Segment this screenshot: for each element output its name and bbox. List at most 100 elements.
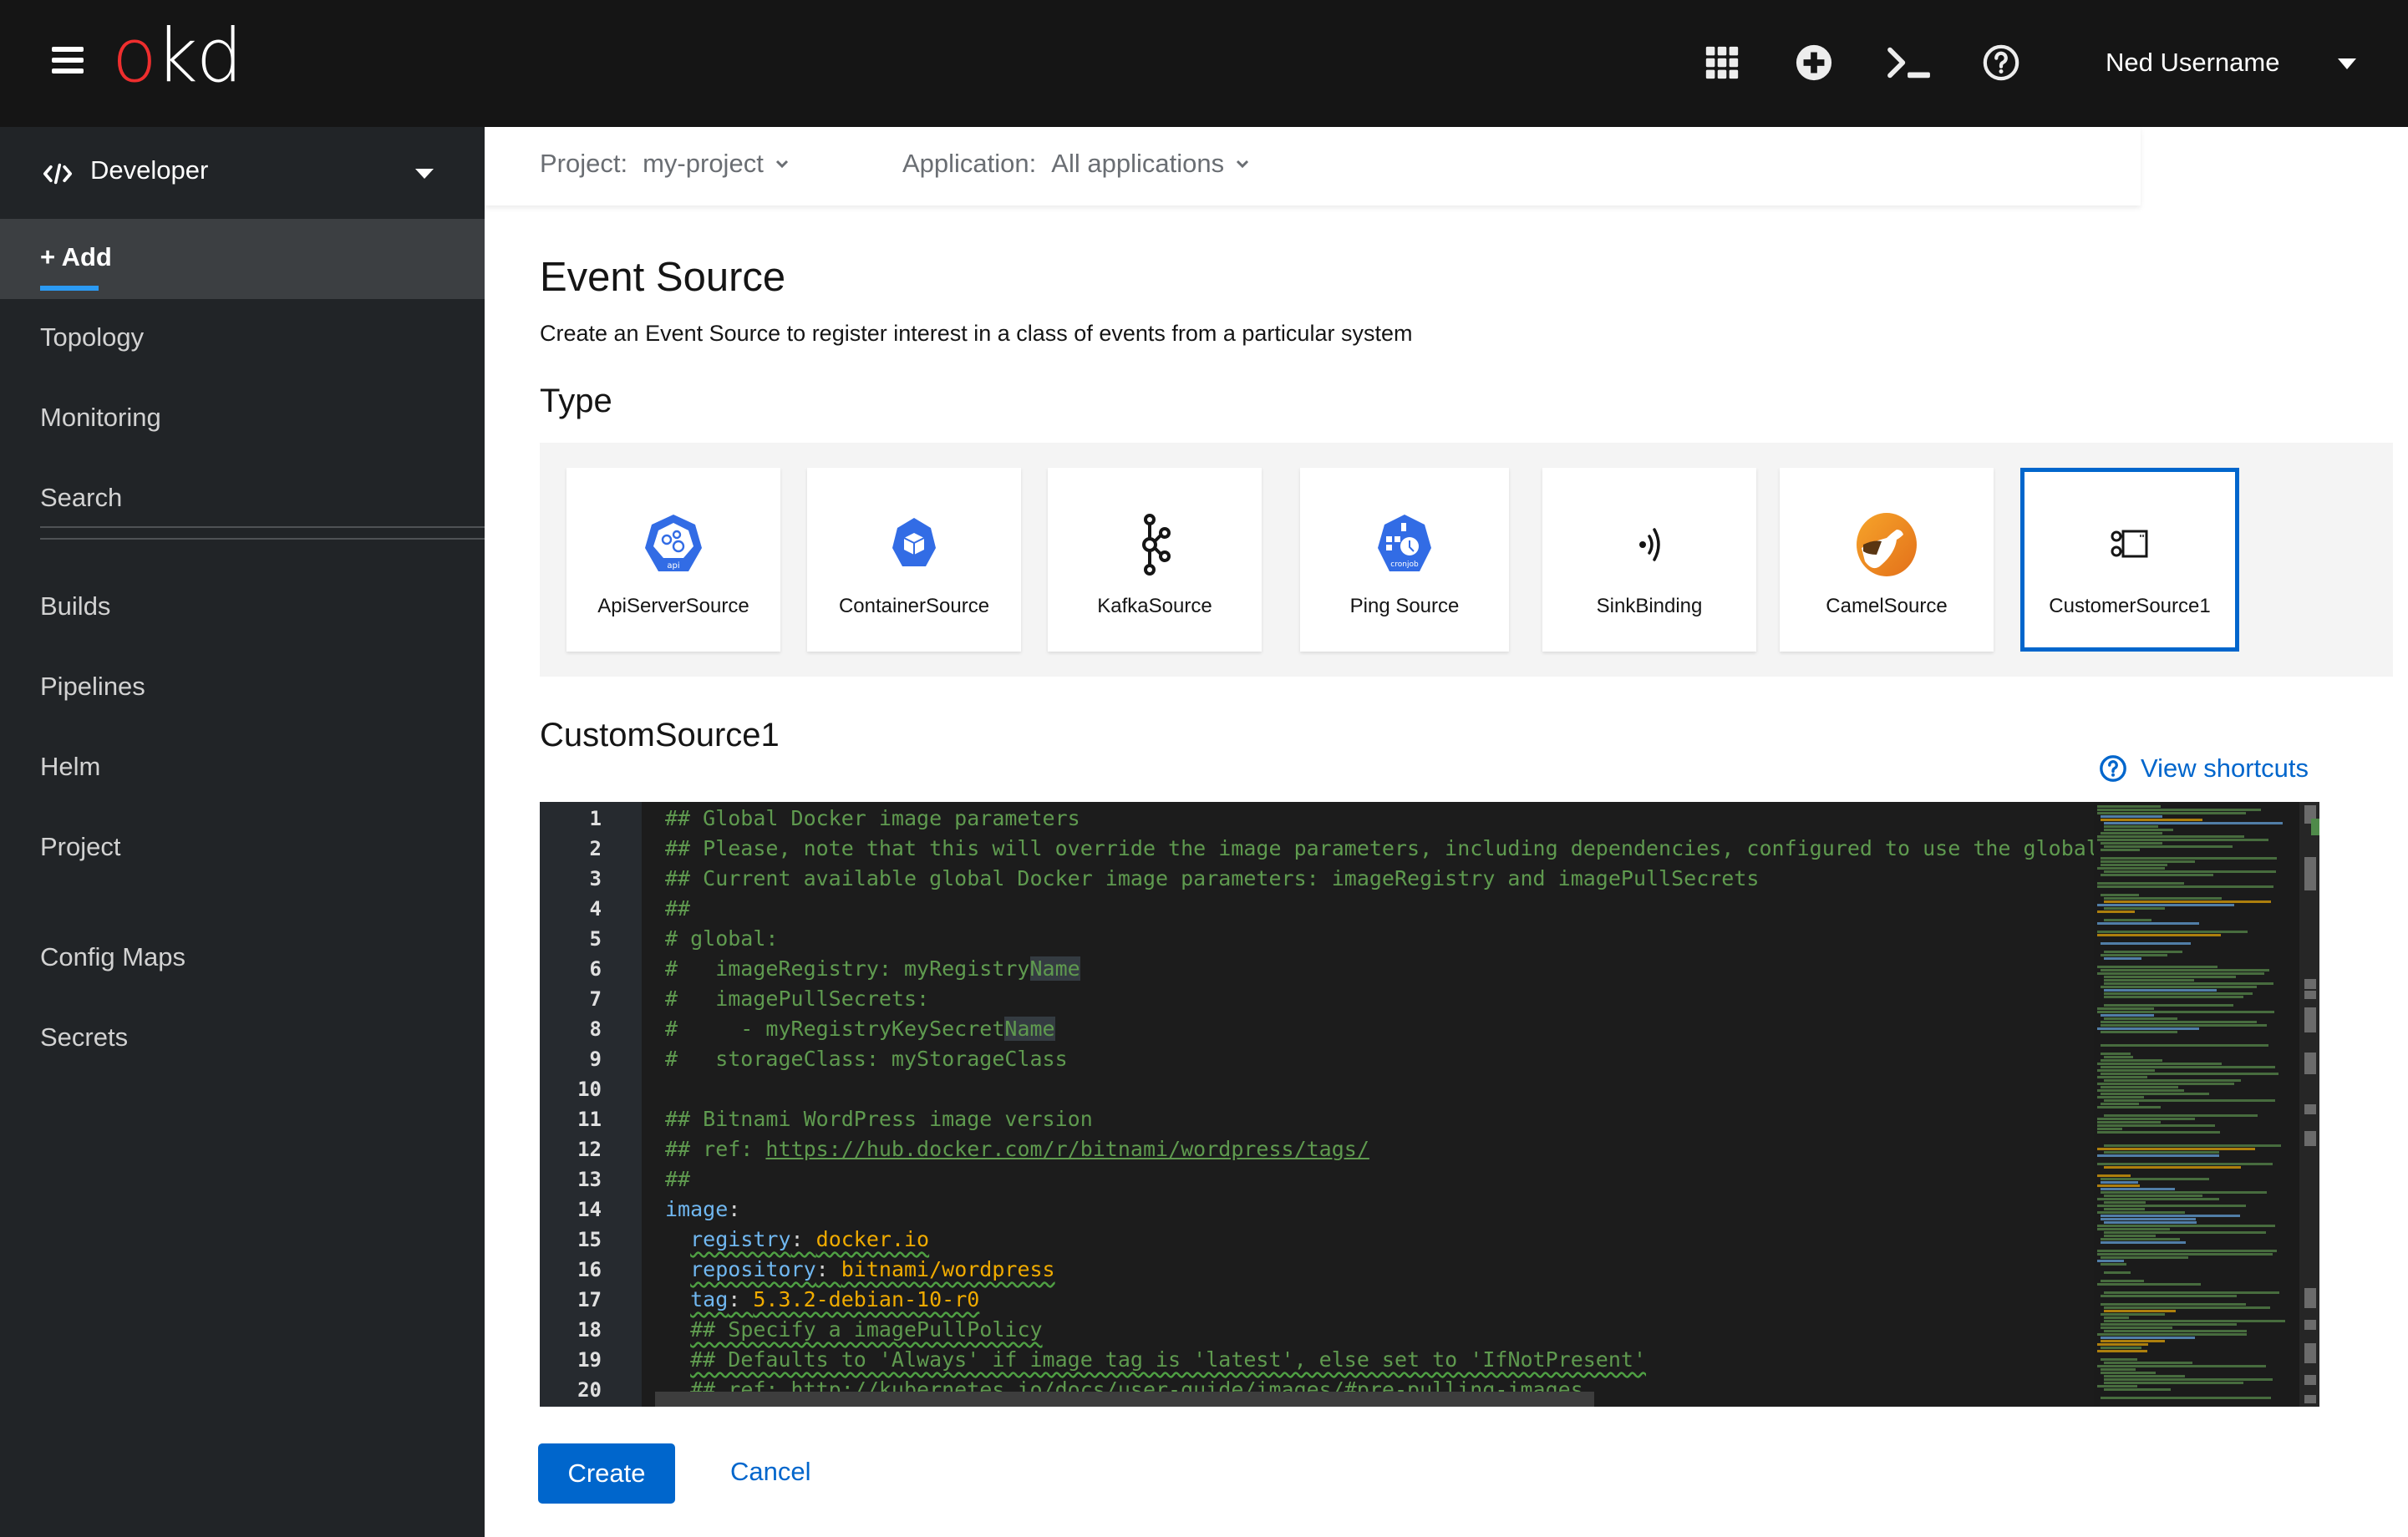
- minimap-line: [2097, 1089, 2184, 1092]
- code-line: 5 # global:: [540, 924, 2319, 954]
- minimap-line: [2097, 1096, 2144, 1098]
- line-number: 4: [589, 897, 602, 921]
- sidebar-item-builds[interactable]: Builds: [0, 568, 485, 648]
- type-card-label: CamelSource: [1826, 595, 1948, 617]
- minimap-line: [2101, 1014, 2154, 1017]
- type-card-customersource1[interactable]: CustomerSource1: [2020, 468, 2239, 652]
- minimap-line: [2104, 897, 2222, 900]
- type-card-sinkbinding[interactable]: SinkBinding: [1542, 468, 1756, 652]
- import-yaml-plus-icon[interactable]: [1795, 43, 1833, 82]
- page-description: Create an Event Source to register inter…: [540, 321, 1413, 346]
- sidebar-item-project[interactable]: Project: [0, 809, 485, 889]
- minimap-line: [2104, 1375, 2185, 1377]
- hamburger-menu-icon[interactable]: [52, 47, 87, 79]
- minimap-line: [2101, 1372, 2156, 1374]
- minimap-line: [2097, 809, 2261, 811]
- application-value: All applications: [1051, 149, 1225, 178]
- type-card-containersource[interactable]: ContainerSource: [807, 468, 1021, 652]
- line-text: # imageRegistry: myRegistryName: [665, 954, 1080, 984]
- help-icon[interactable]: [1982, 43, 2020, 82]
- minimap-line: [2101, 1024, 2267, 1027]
- okd-logo[interactable]: okd: [112, 18, 243, 94]
- minimap-line: [2097, 1011, 2274, 1013]
- minimap-line: [2097, 1198, 2219, 1200]
- type-card-camelsource[interactable]: CamelSource: [1780, 468, 1994, 652]
- line-text: tag: 5.3.2-debian-10-r0: [665, 1285, 979, 1315]
- minimap-line: [2097, 931, 2248, 933]
- minimap-line: [2101, 874, 2213, 876]
- minimap-line: [2097, 1343, 2148, 1346]
- sidebar-item-config-maps[interactable]: Config Maps: [0, 919, 485, 999]
- scrollbar-marker: [2304, 1395, 2316, 1403]
- minimap-line: [2097, 1350, 2147, 1352]
- perspective-label: Developer: [90, 155, 209, 185]
- chevron-down-icon: [775, 160, 788, 169]
- perspective-switcher[interactable]: Developer: [0, 127, 485, 219]
- application-dropdown[interactable]: Application: All applications: [902, 149, 1249, 179]
- minimap-line: [2104, 976, 2236, 978]
- project-dropdown[interactable]: Project: my-project: [540, 149, 789, 179]
- cancel-button[interactable]: Cancel: [730, 1457, 811, 1487]
- sidebar-item-helm[interactable]: Helm: [0, 728, 485, 809]
- active-indicator: [40, 286, 99, 291]
- custom-source-icon: [2096, 511, 2163, 578]
- type-card-pingsource[interactable]: cronjob Ping Source: [1300, 468, 1509, 652]
- sidebar-item-label: Config Maps: [40, 942, 186, 971]
- scrollbar-thumb[interactable]: [2311, 819, 2319, 835]
- minimap-line: [2104, 1378, 2273, 1381]
- sidebar-item-add[interactable]: + Add: [0, 219, 485, 299]
- view-shortcuts-link[interactable]: View shortcuts: [2099, 753, 2309, 784]
- scrollbar-marker: [2304, 1007, 2316, 1032]
- code-line: 16 repository: bitnami/wordpress: [540, 1255, 2319, 1285]
- type-card-kafkasource[interactable]: KafkaSource: [1048, 468, 1262, 652]
- scrollbar-marker: [2304, 979, 2316, 989]
- minimap-line: [2097, 1211, 2185, 1214]
- yaml-editor[interactable]: 1 ## Global Docker image parameters 2 ## Pl…: [540, 802, 2319, 1407]
- web-terminal-icon[interactable]: [1885, 43, 1933, 82]
- minimap-line: [2101, 1053, 2131, 1055]
- minimap-line: [2104, 919, 2151, 921]
- sidebar-item-pipelines[interactable]: Pipelines: [0, 648, 485, 728]
- minimap-line: [2104, 1114, 2258, 1117]
- minimap-line: [2097, 1007, 2154, 1010]
- vertical-scrollbar[interactable]: [2299, 802, 2319, 1407]
- minimap-line: [2104, 992, 2253, 995]
- create-button[interactable]: Create: [538, 1443, 675, 1504]
- minimap-line: [2101, 1218, 2196, 1220]
- minimap-line: [2097, 1385, 2137, 1387]
- code-icon: [43, 163, 73, 185]
- type-card-apiserversource[interactable]: api ApiServerSource: [566, 468, 780, 652]
- line-number: 19: [577, 1348, 602, 1372]
- kafka-source-icon: [1121, 511, 1188, 578]
- user-menu-toggle[interactable]: Ned Username: [2106, 42, 2356, 84]
- svg-text:api: api: [667, 561, 679, 571]
- editor-minimap[interactable]: [2094, 802, 2299, 1407]
- minimap-line: [2101, 1044, 2268, 1047]
- code-line: 13 ##: [540, 1164, 2319, 1195]
- code-token: ## Specify a imagePullPolicy: [690, 1317, 1043, 1342]
- sidebar-item-topology[interactable]: Topology: [0, 299, 485, 379]
- sidebar-item-label: Topology: [40, 322, 145, 352]
- minimap-line: [2097, 1063, 2222, 1065]
- type-card-label: KafkaSource: [1097, 595, 1212, 617]
- minimap-line: [2097, 1106, 2161, 1108]
- minimap-line: [2104, 1316, 2129, 1319]
- app-launcher-icon[interactable]: [1703, 43, 1741, 82]
- minimap-line: [2097, 911, 2135, 913]
- code-line: 9 # storageClass: myStorageClass: [540, 1044, 2319, 1074]
- sidebar-item-label: + Add: [40, 242, 112, 271]
- help-icon: [2100, 755, 2126, 782]
- minimap-line: [2097, 1083, 2234, 1085]
- horizontal-scrollbar[interactable]: [655, 1392, 1594, 1407]
- sidebar-item-label: Builds: [40, 591, 111, 621]
- line-text: repository: bitnami/wordpress: [665, 1255, 1055, 1285]
- sidebar-item-monitoring[interactable]: Monitoring: [0, 379, 485, 459]
- sidebar-item-secrets[interactable]: Secrets: [0, 999, 485, 1079]
- code-token: :: [790, 1227, 816, 1251]
- minimap-line: [2101, 1323, 2237, 1326]
- minimap-line: [2104, 1099, 2275, 1102]
- sidebar-item-label: Pipelines: [40, 672, 145, 701]
- scrollbar-marker: [2304, 857, 2316, 890]
- minimap-line: [2101, 1059, 2162, 1062]
- line-number: 2: [589, 837, 602, 860]
